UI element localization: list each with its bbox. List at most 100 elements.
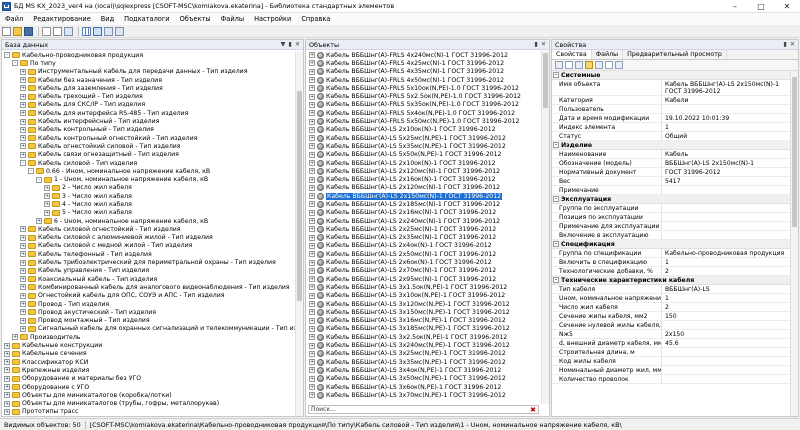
object-item[interactable]: + Кабель ВББШнг(А)-LS 3х16мс(N,PE)-1 ГОСТ… <box>306 317 549 325</box>
expand-toggle-icon[interactable]: + <box>4 342 10 349</box>
tree-node[interactable]: + Коаксиальный кабель - Тип изделия <box>2 275 303 283</box>
details-view-icon[interactable] <box>115 26 124 36</box>
property-row[interactable]: Примечание <box>552 186 798 195</box>
expand-toggle-icon[interactable]: + <box>309 77 315 84</box>
scroll-thumb[interactable] <box>792 77 797 227</box>
expand-toggle-icon[interactable]: + <box>20 309 26 316</box>
object-item[interactable]: + Кабель ВББШнг(А)-LS 3х50мс(N,PE)-1 ГОСТ… <box>306 375 549 383</box>
object-item[interactable]: + Кабель ВББШнг(А)-LS 3х120мс(N,PE)-1 ГОС… <box>306 300 549 308</box>
expand-toggle-icon[interactable]: + <box>20 226 26 233</box>
object-item[interactable]: + Кабель ВББШнг(А)-LS 2х185мс(N)-1 ГОСТ 3… <box>306 200 549 208</box>
property-category[interactable]: - Системные <box>552 71 798 80</box>
object-item[interactable]: + Кабель ВББШнг(А)-FRLS 4х35мс(N)-1 ГОСТ … <box>306 68 549 76</box>
property-row[interactable]: Uном, номинальное напряжение кабе...1 <box>552 294 798 303</box>
expand-toggle-icon[interactable]: + <box>20 276 26 283</box>
menu-edit[interactable]: Редактирование <box>28 15 96 23</box>
menu-settings[interactable]: Настройки <box>249 15 296 23</box>
expand-toggle-icon[interactable]: + <box>20 242 26 249</box>
property-value[interactable]: Кабельно-проводниковая продукция <box>662 249 798 257</box>
tree-node[interactable]: +6 - Uном, номинальное напряжение кабеля… <box>2 217 303 225</box>
scroll-thumb[interactable] <box>297 91 302 301</box>
object-item[interactable]: + Кабель ВББШнг(А)-LS 3х240мс(N,PE)-1 ГОС… <box>306 341 549 350</box>
close-panel-icon[interactable]: ✕ <box>295 41 300 48</box>
objects-list[interactable]: + Кабель ВББШнг(А)-FRLS 4х240мс(N)-1 ГОСТ… <box>306 50 549 399</box>
expand-toggle-icon[interactable]: + <box>20 143 26 150</box>
tree-node[interactable]: + Прототипы трасс <box>2 408 303 416</box>
menu-file[interactable]: Файл <box>0 15 28 23</box>
object-item[interactable]: + Кабель ВББШнг(А)-LS 3х1.5ок(N,PE)-1 ГОС… <box>306 283 549 291</box>
object-item[interactable]: + Кабель ВББШнг(А)-LS 2х35мс(N)-1 ГОСТ 31… <box>306 234 549 242</box>
folder-icon[interactable] <box>585 61 593 69</box>
expand-toggle-icon[interactable]: - <box>36 176 42 183</box>
open-folder-icon[interactable] <box>13 26 22 36</box>
property-value[interactable]: Кабели <box>662 96 798 104</box>
property-row[interactable]: Обозначение (модель) ВББШнг(А)-LS 2х150мс… <box>552 159 798 168</box>
property-row[interactable]: d, внешний диаметр кабеля, мм 45.6 <box>552 339 798 348</box>
expand-toggle-icon[interactable]: + <box>44 193 50 200</box>
tree-node[interactable]: - Кабельно-проводниковая продукция <box>2 51 303 59</box>
expand-toggle-icon[interactable]: + <box>309 359 315 366</box>
expand-toggle-icon[interactable]: + <box>20 317 26 324</box>
expand-toggle-icon[interactable]: + <box>309 267 315 274</box>
tree-node[interactable]: + Кабельные сечения <box>2 350 303 358</box>
expand-toggle-icon[interactable]: - <box>20 160 26 166</box>
tree-node[interactable]: +2 - Число жил кабеля <box>2 184 303 192</box>
expand-toggle-icon[interactable]: + <box>4 350 10 357</box>
tree-node[interactable]: + Оборудование и материалы без УГО <box>2 375 303 383</box>
expand-toggle-icon[interactable]: + <box>20 251 26 258</box>
menu-view[interactable]: Вид <box>96 15 119 23</box>
edit-icon[interactable] <box>575 61 583 69</box>
tree-node[interactable]: + Кабель для СКС/IP - Тип изделия <box>2 101 303 109</box>
property-value[interactable]: 2 <box>662 303 798 311</box>
property-row[interactable]: Пользователь <box>552 105 798 114</box>
collapse-toggle-icon[interactable]: - <box>553 241 559 247</box>
object-item[interactable]: + Кабель ВББШнг(А)-LS 2х150мс(N)-1 ГОСТ 3… <box>306 192 549 201</box>
expand-toggle-icon[interactable]: + <box>20 234 26 241</box>
property-value[interactable] <box>662 105 798 113</box>
expand-toggle-icon[interactable]: + <box>309 259 315 266</box>
expand-toggle-icon[interactable]: + <box>309 317 315 324</box>
expand-toggle-icon[interactable]: + <box>309 118 315 125</box>
expand-toggle-icon[interactable]: + <box>36 218 42 225</box>
property-row[interactable]: Позиция по эксплуатации <box>552 213 798 222</box>
expand-toggle-icon[interactable]: + <box>309 226 315 233</box>
tree-node[interactable]: +3 - Число жил кабеля <box>2 192 303 200</box>
property-row[interactable]: Группа по спецификации Кабельно-проводник… <box>552 249 798 258</box>
object-item[interactable]: + Кабель ВББШнг(А)-LS 2х95мс(N)-1 ГОСТ 31… <box>306 275 549 283</box>
expand-toggle-icon[interactable]: + <box>4 384 10 391</box>
expand-toggle-icon[interactable]: + <box>44 201 50 208</box>
tree-node[interactable]: + Кабель связи огнезащитный - Тип изделия <box>2 151 303 159</box>
expand-toggle-icon[interactable]: + <box>20 151 26 158</box>
property-row[interactable]: Включение в эксплуатацию <box>552 231 798 240</box>
object-item[interactable]: + Кабель ВББШнг(А)-LS 3х4ок(N,PE)-1 ГОСТ … <box>306 366 549 374</box>
minimize-button[interactable]: – <box>722 0 748 13</box>
expand-toggle-icon[interactable]: + <box>20 85 26 92</box>
property-category[interactable]: - Эксплуатация <box>552 195 798 204</box>
property-row[interactable]: Число жил кабеля 2 <box>552 303 798 312</box>
tree-node[interactable]: + Кабель силовой огнестойкий - Тип издели… <box>2 225 303 233</box>
maximize-button[interactable]: □ <box>748 0 774 13</box>
expand-toggle-icon[interactable]: + <box>309 101 315 108</box>
expand-toggle-icon[interactable]: + <box>309 85 315 92</box>
expand-toggle-icon[interactable]: + <box>309 292 315 299</box>
tree-node[interactable]: - 0.66 - Ином, номинальное напряжение каб… <box>2 167 303 175</box>
pin-icon[interactable]: ▮ <box>288 41 291 48</box>
property-row[interactable]: Нормативный документ ГОСТ 31996-2012 <box>552 168 798 177</box>
tree-node[interactable]: + Производитель <box>2 333 303 341</box>
object-item[interactable]: + Кабель ВББШнг(А)-LS 2х4ок(N)-1 ГОСТ 319… <box>306 242 549 250</box>
settings-icon[interactable] <box>615 61 623 69</box>
object-item[interactable]: + Кабель ВББШнг(А)-LS 3х6ок(N,PE)-1 ГОСТ … <box>306 383 549 391</box>
expand-toggle-icon[interactable]: + <box>44 209 50 216</box>
tree-node[interactable]: + Кабель огнестойкий силовой - Тип издели… <box>2 142 303 150</box>
expand-toggle-icon[interactable]: + <box>20 68 26 75</box>
object-item[interactable]: + Кабель ВББШнг(А)-LS 3х70мс(N,PE)-1 ГОСТ… <box>306 391 549 399</box>
tree-node[interactable]: + Провод монтажный - Тип изделия <box>2 317 303 325</box>
tree-node[interactable]: +4 - Число жил кабеля <box>2 200 303 208</box>
expand-toggle-icon[interactable]: + <box>309 193 315 200</box>
tree-node[interactable]: + Комбинированный кабель для аналогового … <box>2 283 303 291</box>
property-value[interactable]: ВББШнг(А)-LS 2х150мс(N)-1 <box>662 159 798 167</box>
database-tree[interactable]: - Кабельно-проводниковая продукция - По тип… <box>2 50 303 416</box>
object-item[interactable]: + Кабель ВББШнг(А)-LS 5х35мс(N,PE)-1 ГОСТ… <box>306 142 549 150</box>
expand-toggle-icon[interactable]: + <box>44 184 50 191</box>
tab-properties[interactable]: Свойства <box>552 50 592 59</box>
